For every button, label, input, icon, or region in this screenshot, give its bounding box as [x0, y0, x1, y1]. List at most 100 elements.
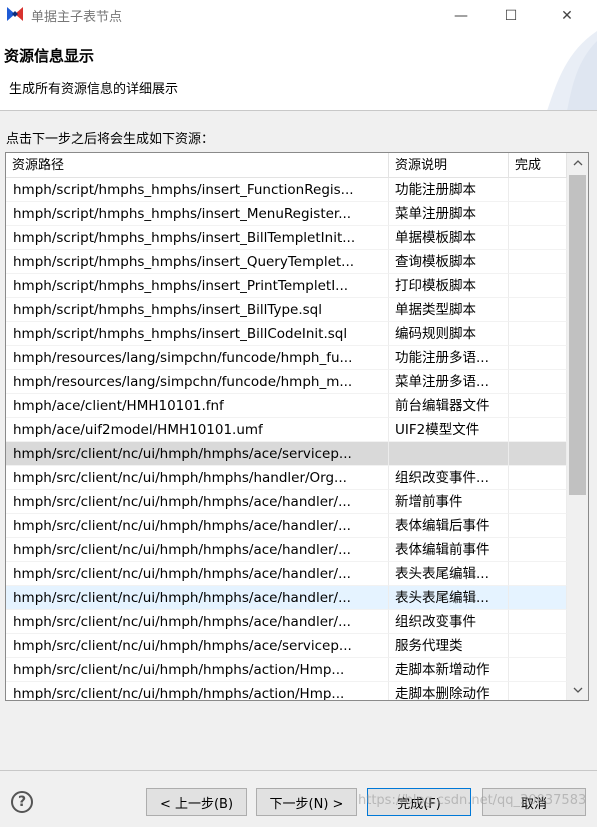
cell-description: 单据类型脚本: [389, 298, 509, 322]
cell-path: hmph/src/client/nc/ui/hmph/hmphs/ace/han…: [6, 562, 389, 586]
maximize-icon: ☐: [504, 7, 518, 24]
cell-path: hmph/src/client/nc/ui/hmph/hmphs/ace/ser…: [6, 634, 389, 658]
cell-description: 前台编辑器文件: [389, 394, 509, 418]
cell-done: [509, 178, 567, 202]
table-row[interactable]: hmph/script/hmphs_hmphs/insert_BillType.…: [6, 298, 567, 322]
cell-description: 走脚本新增动作: [389, 658, 509, 682]
cell-description: 表头表尾编辑...: [389, 586, 509, 610]
cell-description: 打印模板脚本: [389, 274, 509, 298]
cell-done: [509, 682, 567, 700]
table-header: 资源路径 资源说明 完成: [6, 153, 567, 178]
table-row[interactable]: hmph/script/hmphs_hmphs/insert_PrintTemp…: [6, 274, 567, 298]
window-title: 单据主子表节点: [31, 10, 123, 25]
app-logo-icon: [7, 7, 23, 21]
table-row[interactable]: hmph/resources/lang/simpchn/funcode/hmph…: [6, 346, 567, 370]
column-header-description[interactable]: 资源说明: [389, 153, 509, 178]
table-row[interactable]: hmph/script/hmphs_hmphs/insert_QueryTemp…: [6, 250, 567, 274]
scroll-up-button[interactable]: [567, 153, 588, 173]
title-bar: 单据主子表节点 — ☐ ✕: [0, 0, 597, 31]
minimize-button[interactable]: —: [438, 0, 484, 31]
cell-path: hmph/resources/lang/simpchn/funcode/hmph…: [6, 346, 389, 370]
cell-description: 表头表尾编辑...: [389, 562, 509, 586]
table-row[interactable]: hmph/ace/uif2model/HMH10101.umf UIF2模型文件: [6, 418, 567, 442]
cell-done: [509, 538, 567, 562]
chevron-down-icon: [573, 687, 582, 693]
cell-description: 组织改变事件...: [389, 466, 509, 490]
cell-path: hmph/script/hmphs_hmphs/insert_QueryTemp…: [6, 250, 389, 274]
table-row[interactable]: hmph/src/client/nc/ui/hmph/hmphs/ace/han…: [6, 490, 567, 514]
table-row[interactable]: hmph/src/client/nc/ui/hmph/hmphs/action/…: [6, 682, 567, 700]
cell-description: 编码规则脚本: [389, 322, 509, 346]
cell-done: [509, 442, 567, 466]
cell-path: hmph/ace/client/HMH10101.fnf: [6, 394, 389, 418]
cell-description: 功能注册脚本: [389, 178, 509, 202]
cell-description: 服务代理类: [389, 634, 509, 658]
cell-done: [509, 226, 567, 250]
prompt-label: 点击下一步之后将会生成如下资源：: [6, 132, 215, 147]
table-row[interactable]: hmph/src/client/nc/ui/hmph/hmphs/ace/han…: [6, 586, 567, 610]
cell-path: hmph/src/client/nc/ui/hmph/hmphs/ace/han…: [6, 610, 389, 634]
cell-done: [509, 490, 567, 514]
table-row[interactable]: hmph/src/client/nc/ui/hmph/hmphs/ace/ser…: [6, 442, 567, 466]
cell-path: hmph/script/hmphs_hmphs/insert_MenuRegis…: [6, 202, 389, 226]
table-row[interactable]: hmph/script/hmphs_hmphs/insert_BillCodeI…: [6, 322, 567, 346]
cell-done: [509, 346, 567, 370]
banner-decoration-icon: [547, 31, 597, 110]
table-row[interactable]: hmph/src/client/nc/ui/hmph/hmphs/ace/han…: [6, 538, 567, 562]
cell-description: 功能注册多语...: [389, 346, 509, 370]
cell-done: [509, 394, 567, 418]
cell-path: hmph/script/hmphs_hmphs/insert_FunctionR…: [6, 178, 389, 202]
table-row[interactable]: hmph/script/hmphs_hmphs/insert_BillTempl…: [6, 226, 567, 250]
cell-done: [509, 610, 567, 634]
cell-done: [509, 370, 567, 394]
cell-description: UIF2模型文件: [389, 418, 509, 442]
cell-description: 查询模板脚本: [389, 250, 509, 274]
back-button[interactable]: < 上一步(B): [146, 788, 247, 816]
cell-description: 组织改变事件: [389, 610, 509, 634]
cell-path: hmph/ace/uif2model/HMH10101.umf: [6, 418, 389, 442]
vertical-scrollbar[interactable]: [567, 153, 588, 700]
cell-done: [509, 418, 567, 442]
resource-table: 资源路径 资源说明 完成 hmph/script/hmphs_hmphs/ins…: [5, 152, 589, 701]
cell-path: hmph/script/hmphs_hmphs/insert_BillCodeI…: [6, 322, 389, 346]
cell-description: 单据模板脚本: [389, 226, 509, 250]
cell-done: [509, 466, 567, 490]
table-row[interactable]: hmph/script/hmphs_hmphs/insert_MenuRegis…: [6, 202, 567, 226]
table-row[interactable]: hmph/src/client/nc/ui/hmph/hmphs/ace/han…: [6, 514, 567, 538]
footer-separator: [0, 770, 597, 771]
cell-description: [389, 442, 509, 466]
cell-done: [509, 562, 567, 586]
scrollbar-thumb[interactable]: [569, 175, 586, 495]
scroll-down-button[interactable]: [567, 680, 588, 700]
table-row[interactable]: hmph/resources/lang/simpchn/funcode/hmph…: [6, 370, 567, 394]
cell-done: [509, 586, 567, 610]
close-button[interactable]: ✕: [544, 0, 590, 31]
table-row[interactable]: hmph/src/client/nc/ui/hmph/hmphs/action/…: [6, 658, 567, 682]
table-row[interactable]: hmph/src/client/nc/ui/hmph/hmphs/handler…: [6, 466, 567, 490]
table-row[interactable]: hmph/src/client/nc/ui/hmph/hmphs/ace/ser…: [6, 634, 567, 658]
maximize-button[interactable]: ☐: [488, 0, 534, 31]
cell-path: hmph/src/client/nc/ui/hmph/hmphs/ace/han…: [6, 586, 389, 610]
cell-path: hmph/src/client/nc/ui/hmph/hmphs/action/…: [6, 658, 389, 682]
cell-path: hmph/script/hmphs_hmphs/insert_PrintTemp…: [6, 274, 389, 298]
table-row[interactable]: hmph/src/client/nc/ui/hmph/hmphs/ace/han…: [6, 610, 567, 634]
table-row[interactable]: hmph/src/client/nc/ui/hmph/hmphs/ace/han…: [6, 562, 567, 586]
banner-title: 资源信息显示: [4, 47, 95, 65]
table-row[interactable]: hmph/ace/client/HMH10101.fnf 前台编辑器文件: [6, 394, 567, 418]
column-header-done[interactable]: 完成: [509, 153, 567, 178]
cell-path: hmph/script/hmphs_hmphs/insert_BillTempl…: [6, 226, 389, 250]
help-icon[interactable]: ?: [11, 791, 33, 813]
cell-path: hmph/src/client/nc/ui/hmph/hmphs/ace/han…: [6, 490, 389, 514]
cell-done: [509, 634, 567, 658]
banner-description: 生成所有资源信息的详细展示: [9, 82, 179, 97]
cell-description: 走脚本删除动作: [389, 682, 509, 700]
table-row[interactable]: hmph/script/hmphs_hmphs/insert_FunctionR…: [6, 178, 567, 202]
cell-path: hmph/src/client/nc/ui/hmph/hmphs/handler…: [6, 466, 389, 490]
cell-done: [509, 298, 567, 322]
column-header-path[interactable]: 资源路径: [6, 153, 389, 178]
cell-description: 菜单注册脚本: [389, 202, 509, 226]
help-label: ?: [17, 794, 27, 810]
cell-done: [509, 202, 567, 226]
next-button[interactable]: 下一步(N) >: [256, 788, 357, 816]
cell-done: [509, 250, 567, 274]
